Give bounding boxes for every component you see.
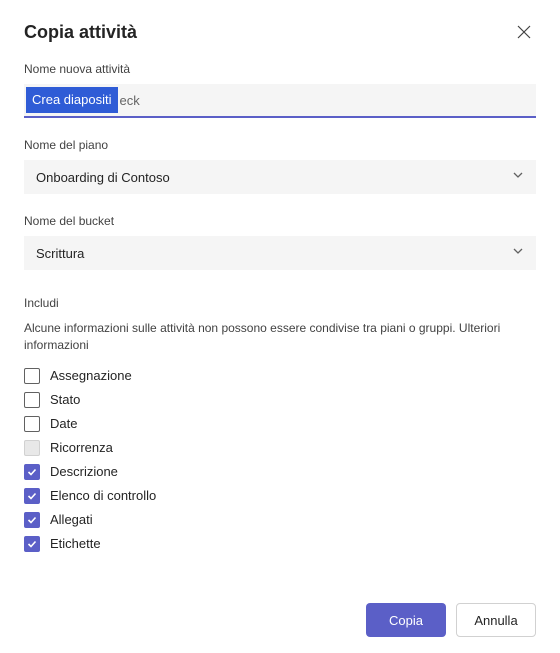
include-option-label: Assegnazione (50, 368, 132, 383)
include-option-label: Stato (50, 392, 80, 407)
checkbox[interactable] (24, 536, 40, 552)
checkbox[interactable] (24, 488, 40, 504)
dialog-footer: Copia Annulla (24, 587, 536, 637)
include-option: Ricorrenza (24, 440, 536, 456)
include-note-text: Alcune informazioni sulle attività non p… (24, 321, 459, 335)
dialog-header: Copia attività (24, 20, 536, 44)
checkbox[interactable] (24, 368, 40, 384)
checkbox[interactable] (24, 512, 40, 528)
include-note: Alcune informazioni sulle attività non p… (24, 320, 536, 354)
include-heading: Includi (24, 296, 536, 310)
include-option[interactable]: Assegnazione (24, 368, 536, 384)
checkbox (24, 440, 40, 456)
plan-name-value: Onboarding di Contoso (36, 170, 170, 185)
check-icon (27, 539, 37, 549)
checkbox[interactable] (24, 416, 40, 432)
check-icon (27, 467, 37, 477)
check-icon (27, 491, 37, 501)
include-option[interactable]: Descrizione (24, 464, 536, 480)
bucket-name-field: Nome del bucket Scrittura (24, 214, 536, 270)
include-option-label: Allegati (50, 512, 93, 527)
bucket-name-value: Scrittura (36, 246, 84, 261)
copy-task-dialog: Copia attività Nome nuova attività Crea … (0, 0, 560, 653)
include-option-label: Etichette (50, 536, 101, 551)
task-name-input[interactable]: Crea diapositieck (24, 84, 536, 118)
check-icon (27, 515, 37, 525)
include-option[interactable]: Allegati (24, 512, 536, 528)
include-option[interactable]: Etichette (24, 536, 536, 552)
include-option-label: Ricorrenza (50, 440, 113, 455)
task-name-suffix: eck (118, 89, 142, 112)
include-option[interactable]: Stato (24, 392, 536, 408)
include-option[interactable]: Elenco di controllo (24, 488, 536, 504)
close-button[interactable] (512, 20, 536, 44)
cancel-button[interactable]: Annulla (456, 603, 536, 637)
checkbox[interactable] (24, 464, 40, 480)
plan-name-select[interactable]: Onboarding di Contoso (24, 160, 536, 194)
close-icon (517, 25, 531, 39)
checkbox[interactable] (24, 392, 40, 408)
plan-name-field: Nome del piano Onboarding di Contoso (24, 138, 536, 194)
bucket-name-select[interactable]: Scrittura (24, 236, 536, 270)
dialog-title: Copia attività (24, 22, 137, 43)
bucket-name-label: Nome del bucket (24, 214, 536, 228)
task-name-selection: Crea diapositi (26, 87, 118, 113)
chevron-down-icon (512, 168, 524, 186)
include-option-label: Date (50, 416, 77, 431)
plan-name-label: Nome del piano (24, 138, 536, 152)
include-section: Includi Alcune informazioni sulle attivi… (24, 296, 536, 552)
include-option-label: Descrizione (50, 464, 118, 479)
task-name-label: Nome nuova attività (24, 62, 536, 76)
task-name-field: Nome nuova attività Crea diapositieck (24, 62, 536, 118)
copy-button[interactable]: Copia (366, 603, 446, 637)
include-options: Assegnazione Stato Date Ricorrenza Descrizio… (24, 368, 536, 552)
chevron-down-icon (512, 244, 524, 262)
include-option[interactable]: Date (24, 416, 536, 432)
include-option-label: Elenco di controllo (50, 488, 156, 503)
